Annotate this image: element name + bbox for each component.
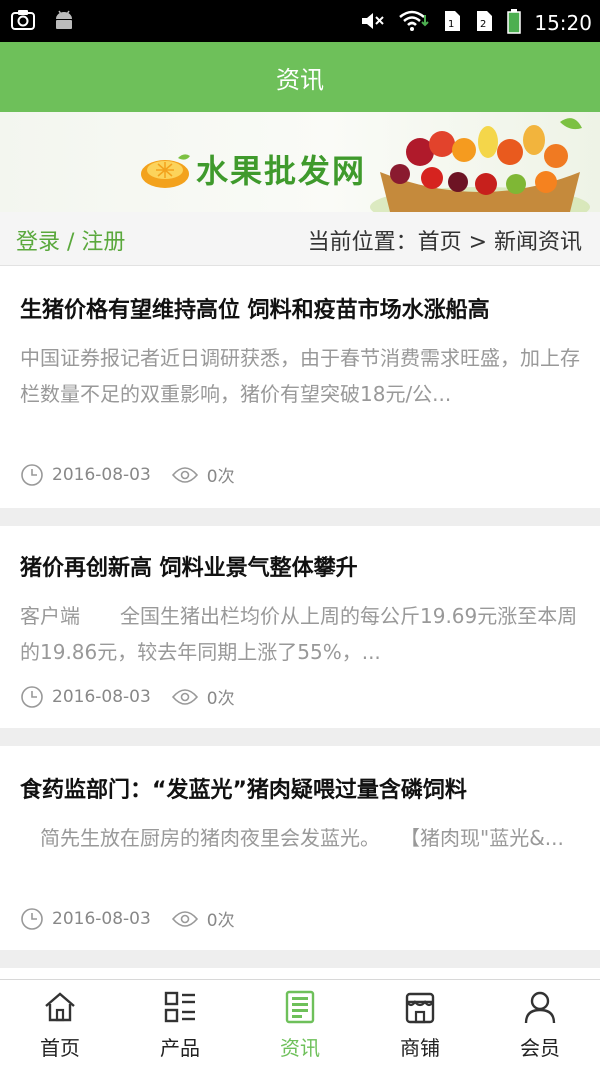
article-title[interactable]: 生猪价格有望维持高位 饲料和疫苗市场水涨船高 [20,292,490,324]
login-register-link[interactable]: 登录 / 注册 [16,224,125,256]
user-icon [524,991,556,1024]
orange-logo-icon [141,154,190,188]
battery-icon [506,8,522,38]
clock-icon [21,463,43,486]
eye-icon [171,688,198,705]
clock-icon [21,907,43,930]
article-title[interactable]: 猪价再创新高 饲料业景气整体攀升 [20,550,358,582]
wifi-icon [398,9,430,37]
tab-home[interactable]: 首页 [0,980,120,1067]
article-card [0,968,600,979]
grid-list-icon [164,991,195,1023]
tab-news[interactable]: 资讯 [240,980,360,1067]
screenshot-icon [10,8,36,36]
android-icon [52,8,76,36]
article-title[interactable]: 食药监部门：“发蓝光”猪肉疑喂过量含磷饲料 [20,772,467,804]
banner-logo-text: 水果批发网 [196,152,367,190]
tab-label: 资讯 [280,1036,320,1060]
article-meta: 2016-08-03 0次 [20,462,235,487]
banner[interactable]: 水果批发网 [0,112,600,212]
svg-text:2: 2 [480,19,486,30]
breadcrumb: 当前位置：首页 > 新闻资讯 [307,230,582,255]
page-title: 资讯 [0,42,600,112]
article-meta: 2016-08-03 0次 [20,684,235,709]
svg-text:1: 1 [448,19,454,30]
bottom-tab-bar: 首页 产品 资讯 商铺 会员 [0,979,600,1067]
article-views: 0次 [206,467,235,487]
tab-label: 会员 [520,1036,560,1060]
article-summary: 中国证券报记者近日调研获悉，由于春节消费需求旺盛，加上存栏数量不足的双重影响，猪… [20,346,580,406]
article-meta: 2016-08-03 0次 [20,906,235,931]
eye-icon [171,910,198,927]
nav-row: 登录 / 注册 当前位置：首页 > 新闻资讯 [0,212,600,266]
status-bar: 1 2 15:20 [0,0,600,42]
article-card[interactable]: 生猪价格有望维持高位 饲料和疫苗市场水涨船高 中国证券报记者近日调研获悉，由于春… [0,266,600,508]
article-views: 0次 [206,689,235,709]
home-icon [45,992,75,1022]
article-card[interactable]: 食药监部门：“发蓝光”猪肉疑喂过量含磷饲料 简先生放在厨房的猪肉夜里会发蓝光。 … [0,746,600,950]
mute-icon [360,9,386,37]
article-views: 0次 [206,911,235,931]
clock-icon [21,685,43,708]
article-summary: 客户端 全国生猪出栏均价从上周的每公斤19.69元涨至本周的19.86元，较去年… [20,604,578,664]
article-date: 2016-08-03 [52,686,151,707]
tab-label: 产品 [160,1036,200,1060]
fruit-basket-image [370,118,590,212]
eye-icon [171,466,198,483]
status-time: 15:20 [534,11,592,35]
sim-card-icon: 1 [442,9,462,37]
tab-label: 首页 [40,1036,80,1060]
article-date: 2016-08-03 [52,908,151,929]
shop-icon [405,992,435,1024]
news-icon [285,990,315,1024]
tab-member[interactable]: 会员 [480,980,600,1067]
tab-products[interactable]: 产品 [120,980,240,1067]
article-card[interactable]: 猪价再创新高 饲料业景气整体攀升 客户端 全国生猪出栏均价从上周的每公斤19.6… [0,526,600,728]
article-date: 2016-08-03 [52,464,151,485]
tab-shops[interactable]: 商铺 [360,980,480,1067]
sim-card-icon: 2 [474,9,494,37]
tab-label: 商铺 [400,1036,440,1060]
article-summary: 简先生放在厨房的猪肉夜里会发蓝光。 【猪肉现"蓝光&... [20,826,564,850]
